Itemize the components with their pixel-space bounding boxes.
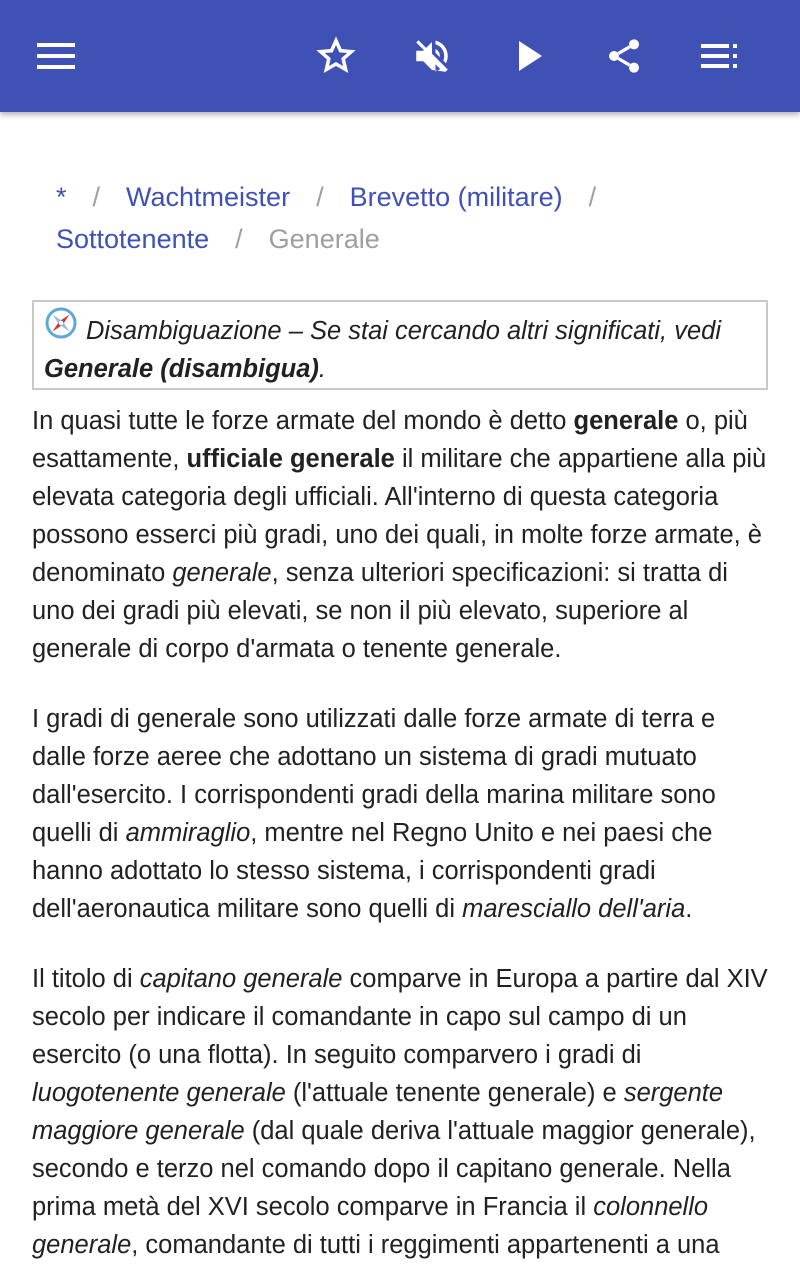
article-body: In quasi tutte le forze armate del mondo… [32, 402, 768, 1280]
star-outline-icon[interactable] [304, 24, 368, 88]
breadcrumb-separator: / [316, 182, 324, 212]
breadcrumb-item-root[interactable]: * [56, 182, 67, 212]
breadcrumb-separator: / [235, 224, 243, 254]
text-run: In quasi tutte le forze armate del mondo… [32, 407, 574, 435]
app-bar [0, 0, 800, 112]
breadcrumb-separator: / [92, 182, 101, 212]
text-run: (l'attuale tenente generale) e [285, 1079, 624, 1107]
hatnote-disambiguation-link[interactable]: Generale (disambigua) [44, 355, 319, 383]
article-content: * / Wachtmeister / Brevetto (militare) / Sott… [0, 112, 800, 1280]
play-icon[interactable] [498, 24, 562, 88]
breadcrumb-item-brevetto[interactable]: Brevetto (militare) [350, 182, 563, 212]
paragraph-3: Il titolo di capitano generale comparve … [32, 960, 768, 1264]
italic-term: ammiraglio [125, 819, 251, 847]
hatnote-text: Disambiguazione – Se stai cercando altri… [86, 317, 721, 345]
share-icon[interactable] [592, 24, 656, 88]
breadcrumb-current: Generale [268, 224, 380, 254]
bold-term: generale [573, 407, 679, 435]
breadcrumb-item-wachtmeister[interactable]: Wachtmeister [126, 182, 290, 212]
menu-icon[interactable] [24, 24, 88, 88]
compass-icon [45, 307, 77, 339]
hatnote-suffix: . [318, 355, 327, 383]
text-run: . [685, 895, 693, 923]
bold-term: ufficiale generale [186, 445, 395, 473]
paragraph-1: In quasi tutte le forze armate del mondo… [32, 402, 768, 668]
disambiguation-hatnote: Disambiguazione – Se stai cercando altri… [32, 300, 768, 390]
text-run: , comandante di tutti i reggimenti appar… [131, 1231, 720, 1259]
italic-term: generale [172, 559, 272, 587]
text-run: Il titolo di [32, 965, 140, 993]
breadcrumb-item-sottotenente[interactable]: Sottotenente [56, 224, 209, 254]
italic-term: maresciallo dell'aria [462, 895, 686, 923]
italic-term: capitano generale [139, 965, 343, 993]
breadcrumb: * / Wachtmeister / Brevetto (militare) / Sott… [56, 176, 756, 260]
breadcrumb-separator: / [588, 182, 597, 212]
italic-term: luogotenente generale [32, 1079, 286, 1107]
paragraph-2: I gradi di generale sono utilizzati dall… [32, 700, 768, 928]
toc-list-icon[interactable] [688, 24, 752, 88]
volume-off-icon[interactable] [400, 24, 464, 88]
